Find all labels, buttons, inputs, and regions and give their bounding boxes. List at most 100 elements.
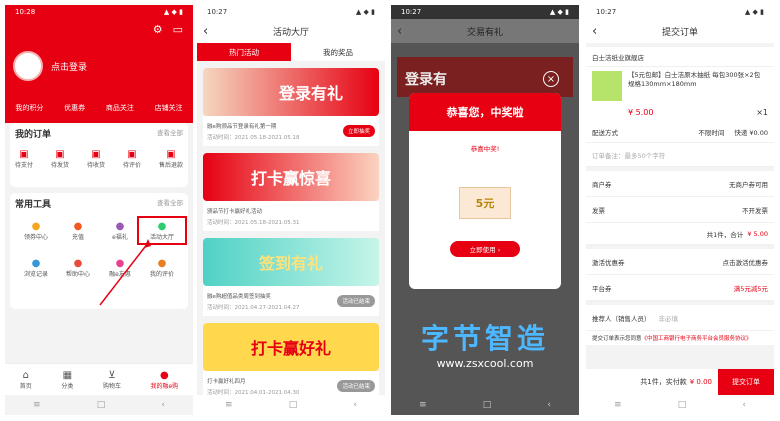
checkout-bar: 共1件，实付款 ¥ 0.00 提交订单: [586, 369, 774, 395]
merchant-coupon-row[interactable]: 商户券 无商户券可用: [586, 171, 774, 197]
back-nav-icon[interactable]: ‹: [353, 400, 357, 410]
tab-hot-activities[interactable]: 热门活动: [197, 43, 291, 61]
activity-name: 融e购超值品类周签到抽奖: [207, 293, 271, 300]
tool-recharge[interactable]: ● 充值: [57, 220, 99, 242]
avatar[interactable]: [13, 51, 43, 81]
friends-icon: ●: [115, 257, 125, 269]
menu-icon[interactable]: ≡: [419, 400, 427, 410]
menu-icon[interactable]: ≡: [225, 400, 233, 410]
orders-view-all[interactable]: 查看全部: [157, 127, 183, 140]
back-icon[interactable]: ‹: [592, 24, 597, 39]
tool-my-reviews[interactable]: ● 我的评价: [141, 257, 183, 279]
stat-coupons[interactable]: 优惠券: [64, 103, 85, 113]
subtotal-row: 共1件，合计 ¥ 5.00: [586, 223, 774, 245]
close-icon[interactable]: ×: [543, 71, 559, 87]
stat-points[interactable]: 我的积分: [15, 103, 43, 113]
ended-badge: 活动已结束: [337, 380, 375, 392]
product-price: ¥ 5.00: [628, 108, 654, 117]
refund-icon: ▣: [166, 148, 176, 160]
gift-icon: ●: [115, 220, 125, 232]
message-icon[interactable]: ▭: [173, 23, 183, 36]
tool-activity-hall[interactable]: ● 活动大厅: [137, 216, 187, 245]
watermark: 字节智造 www.zsxcool.com: [391, 317, 579, 370]
my-account-screen: 10:28 ▲ ◆ ▮ ⚙ ▭ 点击登录 我的积分 优惠券 商品关注 店铺关注 我…: [5, 5, 193, 415]
activate-coupon-row[interactable]: 激活优惠券 点击激活优惠券: [586, 249, 774, 275]
tab-my-prizes[interactable]: 我的奖品: [291, 43, 385, 61]
ship-time[interactable]: 不限时间: [698, 127, 724, 137]
platform-coupon-row[interactable]: 平台券 满5元减5元: [586, 275, 774, 301]
status-time: 10:28: [15, 8, 36, 16]
back-nav-icon[interactable]: ‹: [161, 400, 165, 410]
tool-history[interactable]: ● 浏览记录: [15, 257, 57, 279]
gear-icon[interactable]: ⚙: [153, 23, 163, 36]
back-nav-icon[interactable]: ‹: [742, 400, 746, 410]
product-qty: ×1: [756, 108, 768, 117]
watermark-url: www.zsxcool.com: [436, 357, 534, 370]
review-icon: ●: [157, 257, 167, 269]
user-icon: ●: [159, 369, 169, 381]
order-remark-input[interactable]: 订单备注：最多50个字符: [586, 143, 774, 167]
tab-cart[interactable]: ⊻ 购物车: [103, 369, 121, 391]
menu-icon[interactable]: ≡: [33, 400, 41, 410]
ship-type[interactable]: 快递 ¥0.00: [734, 127, 768, 137]
login-link[interactable]: 点击登录: [51, 60, 87, 73]
menu-icon[interactable]: ≡: [614, 400, 622, 410]
order-refund[interactable]: ▣ 售后退款: [159, 148, 183, 170]
orders-card: 我的订单 查看全部 ▣ 待支付 ▣ 待发货 ▣ 待收货 ▣ 待评价 ▣ 售后退款: [10, 123, 188, 187]
activity-date: 活动时间：2021.05.18-2021.05.31: [207, 219, 300, 226]
draw-button[interactable]: 立即抽奖: [342, 125, 375, 137]
order-pending-ship[interactable]: ▣ 待发货: [51, 148, 69, 170]
truck-icon: ▣: [91, 148, 101, 160]
tab-category[interactable]: ▦ 分类: [61, 369, 73, 391]
activity-item[interactable]: 颁品节打卡赢好礼活动 活动时间：2021.05.18-2021.05.31: [203, 201, 379, 231]
coupon-icon: ●: [31, 220, 41, 232]
use-now-button[interactable]: 立即使用 ›: [450, 241, 520, 257]
tool-help[interactable]: ● 帮助中心: [57, 257, 99, 279]
shipping-row[interactable]: 配送方式 不限时间 快递 ¥0.00: [586, 121, 774, 143]
home-nav-icon[interactable]: □: [678, 400, 687, 410]
tab-mine[interactable]: ● 我的融e购: [151, 369, 179, 391]
back-nav-icon[interactable]: ‹: [547, 400, 551, 410]
order-pending-receive[interactable]: ▣ 待收货: [87, 148, 105, 170]
banner-login-gift[interactable]: 登录有礼: [203, 68, 379, 116]
system-nav: ≡ □ ‹: [5, 395, 193, 415]
page-title: 活动大厅: [272, 27, 309, 38]
home-nav-icon[interactable]: □: [483, 400, 492, 410]
referrer-input[interactable]: 非必填: [659, 313, 679, 323]
activity-item[interactable]: 融e购颁品节登录有礼第一期 活动时间：2021.05.18-2021.05.18 …: [203, 116, 379, 146]
activity-item[interactable]: 融e购超值品类周签到抽奖 活动时间：2021.04.27-2021.04.27 活…: [203, 286, 379, 316]
agreement-text: 提交订单表示您同意《中国工商银行电子商务平台会员服务协议》: [586, 331, 774, 345]
tool-friends[interactable]: ● 融e友惠: [99, 257, 141, 279]
product-row: 【5元包邮】白士洁原木抽纸 每包300张×2包 规格130mm×180mm ¥ …: [586, 67, 774, 121]
total-amount: ¥ 0.00: [689, 378, 712, 386]
tool-coupon-center[interactable]: ● 领券中心: [15, 220, 57, 242]
back-icon[interactable]: ‹: [203, 24, 208, 39]
back-icon[interactable]: ‹: [397, 24, 402, 39]
bottom-tab-bar: ⌂ 首页 ▦ 分类 ⊻ 购物车 ● 我的融e购: [5, 363, 193, 395]
shop-row: 白士洁纸业旗舰店: [586, 47, 774, 67]
order-pending-pay[interactable]: ▣ 待支付: [15, 148, 33, 170]
tab-home[interactable]: ⌂ 首页: [20, 369, 32, 391]
status-time: 10:27: [207, 8, 228, 16]
tool-efuli[interactable]: ● e福礼: [99, 220, 141, 242]
submit-order-button[interactable]: 提交订单: [718, 369, 774, 395]
stat-product-follow[interactable]: 商品关注: [106, 103, 134, 113]
history-icon: ●: [31, 257, 41, 269]
agreement-link[interactable]: 《中国工商银行电子商务平台会员服务协议》: [642, 336, 752, 342]
invoice-row[interactable]: 发票 不开发票: [586, 197, 774, 223]
tools-view-all[interactable]: 查看全部: [157, 197, 183, 210]
referrer-row: 推荐人（销售人员） 非必填: [586, 305, 774, 331]
banner-title: 签到有礼: [258, 254, 323, 273]
home-nav-icon[interactable]: □: [289, 400, 298, 410]
stat-shop-follow[interactable]: 店铺关注: [155, 103, 183, 113]
header: ‹ 活动大厅: [197, 19, 385, 43]
system-nav: ≡ □ ‹: [586, 395, 774, 415]
banner-checkin[interactable]: 打卡赢惊喜: [203, 153, 379, 201]
banner-signin[interactable]: 签到有礼: [203, 238, 379, 286]
page-title: 提交订单: [661, 27, 698, 38]
banner-checkin-gift[interactable]: 打卡赢好礼: [203, 323, 379, 371]
help-icon: ●: [73, 257, 83, 269]
home-nav-icon[interactable]: □: [97, 400, 106, 410]
coupon-card: 5元: [459, 187, 511, 219]
order-pending-review[interactable]: ▣ 待评价: [123, 148, 141, 170]
